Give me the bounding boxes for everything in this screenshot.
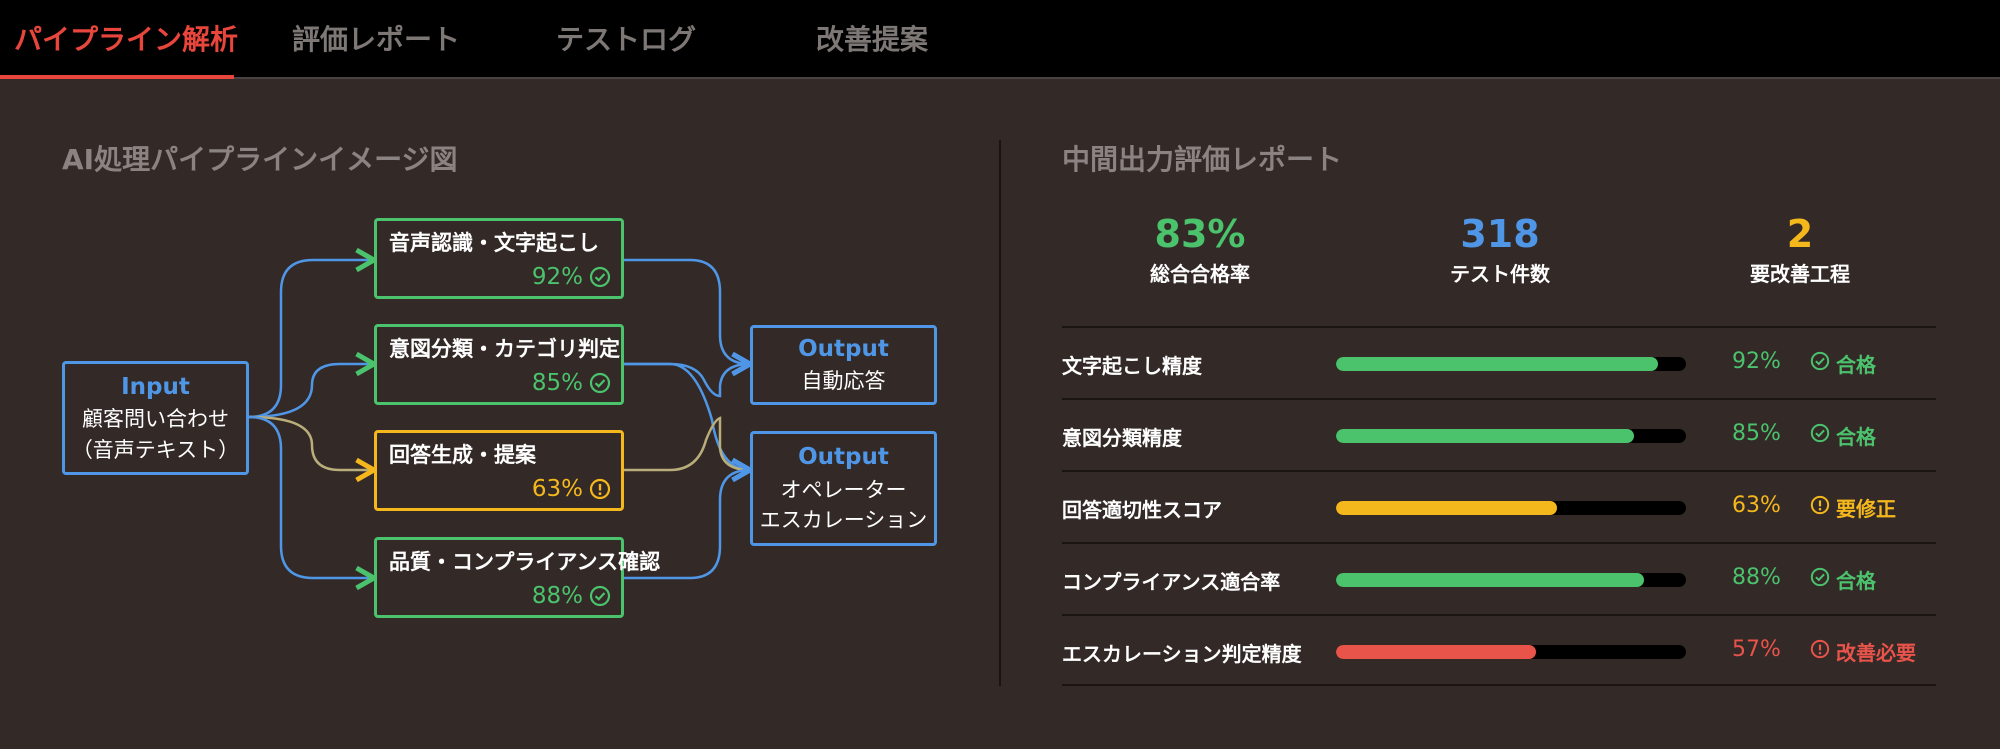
- stage-score: 85%: [532, 370, 611, 396]
- output-node-escalation[interactable]: Output オペレーター エスカレーション: [750, 431, 937, 546]
- metric-percent: 92%: [1732, 349, 1781, 374]
- output-node-line2: エスカレーション: [759, 508, 928, 533]
- stat-test-count: 318 テスト件数: [1370, 212, 1630, 287]
- metric-status: 合格: [1810, 565, 1876, 594]
- warning-circle-icon: [1810, 639, 1830, 664]
- status-text: 合格: [1836, 569, 1876, 593]
- connector-stage2-output2: [624, 362, 750, 470]
- stat-label: 総合合格率: [1150, 262, 1250, 286]
- metric-row[interactable]: エスカレーション判定精度 57% 改善必要: [1062, 614, 1936, 686]
- check-circle-icon: [1810, 351, 1830, 376]
- warning-circle-icon: [1810, 495, 1830, 520]
- metric-percent: 63%: [1732, 493, 1781, 518]
- metric-status: 要修正: [1810, 493, 1896, 522]
- connector-stage2-output1: [624, 364, 750, 398]
- progress-fill: [1336, 501, 1557, 515]
- pipeline-diagram: Input 顧客問い合わせ （音声テキスト） 音声認識・文字起こし 92% 意図…: [0, 0, 1000, 749]
- stage-score-value: 63%: [531, 476, 583, 502]
- status-text: 合格: [1836, 353, 1876, 377]
- stage-score: 63%: [532, 476, 611, 502]
- metric-label: 回答適切性スコア: [1062, 498, 1222, 522]
- stage-title: 意図分類・カテゴリ判定: [389, 337, 620, 361]
- progress-fill: [1336, 573, 1644, 587]
- metric-row[interactable]: コンプライアンス適合率 88% 合格: [1062, 542, 1936, 614]
- metric-status: 合格: [1810, 421, 1876, 450]
- metric-percent: 57%: [1732, 637, 1781, 662]
- stage-score: 88%: [532, 583, 611, 609]
- warning-circle-icon: [589, 478, 611, 500]
- output-node-head: Output: [798, 336, 889, 363]
- progress-fill: [1336, 357, 1658, 371]
- check-circle-icon: [1810, 423, 1830, 448]
- stat-value: 318: [1460, 212, 1540, 256]
- stat-label: テスト件数: [1450, 262, 1550, 286]
- stat-pass-rate: 83% 総合合格率: [1070, 212, 1330, 287]
- check-circle-icon: [1810, 567, 1830, 592]
- progress-track: [1336, 501, 1686, 515]
- output-node-line1: オペレーター: [780, 477, 907, 502]
- progress-fill: [1336, 645, 1536, 659]
- metric-label: 意図分類精度: [1062, 426, 1182, 450]
- status-text: 要修正: [1836, 497, 1896, 521]
- metric-row[interactable]: 意図分類精度 85% 合格: [1062, 398, 1936, 470]
- stage-node-transcription[interactable]: 音声認識・文字起こし 92%: [374, 218, 624, 299]
- check-circle-icon: [589, 372, 611, 394]
- stage-score-value: 88%: [531, 583, 583, 609]
- metric-row[interactable]: 文字起こし精度 92% 合格: [1062, 326, 1936, 398]
- stage-score-value: 85%: [531, 370, 583, 396]
- stat-label: 要改善工程: [1750, 262, 1850, 286]
- status-text: 合格: [1836, 425, 1876, 449]
- check-circle-icon: [589, 585, 611, 607]
- output-node-line1: 自動応答: [801, 369, 886, 394]
- metric-percent: 88%: [1732, 565, 1781, 590]
- check-circle-icon: [589, 266, 611, 288]
- stage-score: 92%: [532, 264, 611, 290]
- metrics-list: 文字起こし精度 92% 合格 意図分類精度 85% 合格 回答適切性スコア 63…: [1062, 326, 1936, 686]
- metric-row[interactable]: 回答適切性スコア 63% 要修正: [1062, 470, 1936, 542]
- stat-improvement-stages: 2 要改善工程: [1670, 212, 1930, 287]
- output-node-head: Output: [798, 444, 889, 471]
- progress-fill: [1336, 429, 1634, 443]
- stat-value: 83%: [1154, 212, 1246, 256]
- stage-title: 回答生成・提案: [389, 443, 536, 467]
- output-node-auto-response[interactable]: Output 自動応答: [750, 325, 937, 405]
- input-node-head: Input: [121, 373, 190, 400]
- stage-node-intent[interactable]: 意図分類・カテゴリ判定 85%: [374, 324, 624, 405]
- stage-node-answer[interactable]: 回答生成・提案 63%: [374, 430, 624, 511]
- progress-track: [1336, 573, 1686, 587]
- metric-label: 文字起こし精度: [1062, 354, 1202, 378]
- metric-percent: 85%: [1732, 421, 1781, 446]
- metric-status: 合格: [1810, 349, 1876, 378]
- stage-score-value: 92%: [531, 264, 583, 290]
- progress-track: [1336, 429, 1686, 443]
- connector-input-stage3: [248, 415, 374, 470]
- metric-status: 改善必要: [1810, 637, 1916, 666]
- status-text: 改善必要: [1836, 641, 1916, 665]
- stat-value: 2: [1786, 212, 1814, 256]
- stage-title: 品質・コンプライアンス確認: [389, 550, 661, 574]
- section-divider: [999, 140, 1001, 686]
- input-node-line2: （音声テキスト）: [71, 437, 240, 462]
- progress-track: [1336, 357, 1686, 371]
- report-section-title: 中間出力評価レポート: [1062, 143, 1343, 176]
- metric-label: コンプライアンス適合率: [1062, 570, 1281, 594]
- metric-label: エスカレーション判定精度: [1062, 642, 1302, 666]
- input-node[interactable]: Input 顧客問い合わせ （音声テキスト）: [62, 361, 249, 475]
- stage-title: 音声認識・文字起こし: [389, 231, 599, 255]
- stage-node-compliance[interactable]: 品質・コンプライアンス確認 88%: [374, 537, 660, 618]
- input-node-line1: 顧客問い合わせ: [82, 407, 229, 432]
- progress-track: [1336, 645, 1686, 659]
- connector-stage1-output1: [624, 258, 750, 364]
- connector-input-stage2: [248, 364, 374, 419]
